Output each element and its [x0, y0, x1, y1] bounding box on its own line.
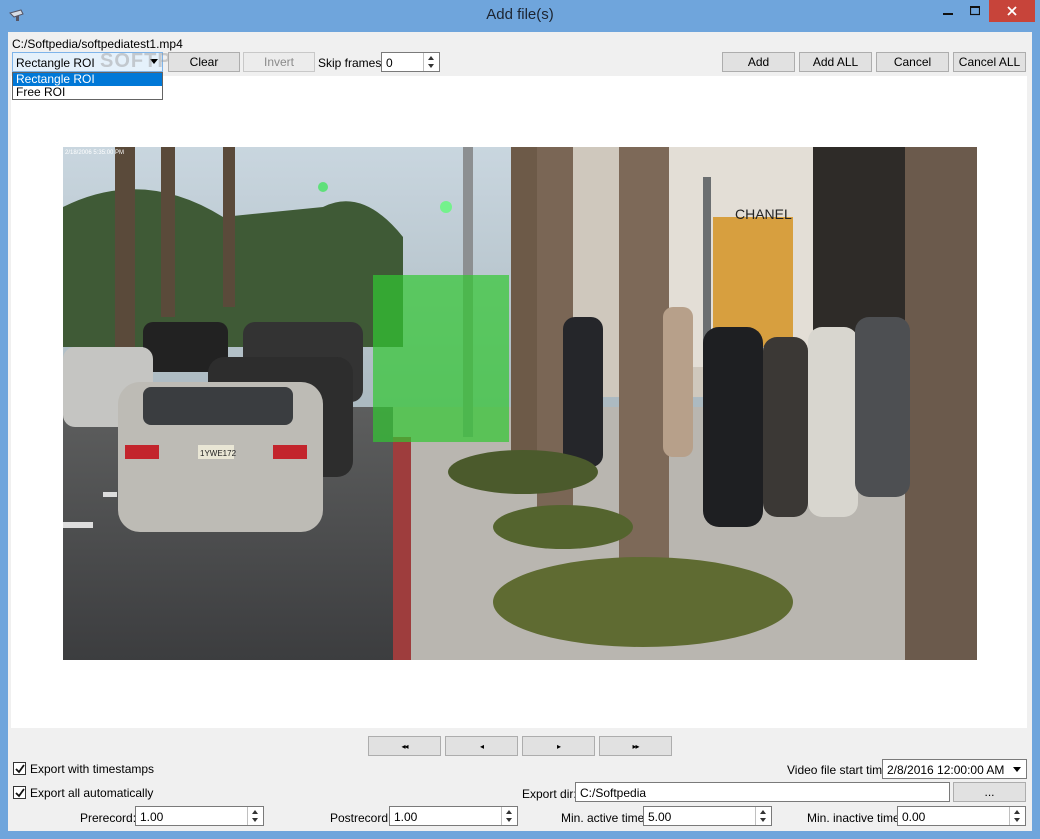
- min-active-spinner[interactable]: 5.00: [643, 806, 772, 826]
- arrow-up-icon: [252, 810, 258, 814]
- license-plate: 1YWE172: [200, 449, 237, 458]
- postrecord-value: 1.00: [394, 810, 418, 824]
- title-bar: Add file(s): [0, 0, 1040, 32]
- video-frame-image: CHANEL 1YWE172 2/18/2006 5:35:00 PM: [63, 147, 977, 660]
- export-auto-label: Export all automatically: [30, 786, 154, 800]
- store-sign: CHANEL: [735, 206, 792, 222]
- video-timestamp: 2/18/2006 5:35:00 PM: [65, 150, 124, 156]
- last-frame-button[interactable]: ▸▸: [599, 736, 672, 756]
- cancel-all-button[interactable]: Cancel ALL: [953, 52, 1026, 72]
- export-timestamps-label: Export with timestamps: [30, 762, 155, 776]
- clear-button[interactable]: Clear: [168, 52, 240, 72]
- export-auto-checkbox[interactable]: [13, 786, 26, 799]
- checkmark-icon: [15, 788, 25, 798]
- export-dir-label: Export dir:: [522, 787, 577, 801]
- arrow-down-icon: [760, 818, 766, 822]
- roi-option-free[interactable]: Free ROI: [13, 86, 162, 99]
- video-frame[interactable]: CHANEL 1YWE172 2/18/2006 5:35:00 PM: [63, 147, 977, 660]
- minimize-icon: [943, 13, 953, 15]
- arrow-down-icon: [252, 818, 258, 822]
- min-inactive-label: Min. inactive time:: [807, 811, 904, 825]
- close-button[interactable]: [989, 0, 1035, 22]
- prev-frame-button[interactable]: ◂: [445, 736, 518, 756]
- chevron-down-icon[interactable]: [1013, 767, 1021, 772]
- video-start-picker[interactable]: 2/8/2016 12:00:00 AM: [882, 759, 1027, 779]
- checkmark-icon: [15, 764, 25, 774]
- spinner-arrows[interactable]: [247, 807, 263, 825]
- spinner-arrows[interactable]: [1009, 807, 1025, 825]
- video-preview-panel: CHANEL 1YWE172 2/18/2006 5:35:00 PM: [11, 76, 1027, 728]
- roi-rectangle[interactable]: [373, 275, 509, 442]
- browse-button[interactable]: ...: [953, 782, 1026, 802]
- postrecord-label: Postrecord:: [330, 811, 392, 825]
- roi-type-value: Rectangle ROI: [16, 56, 95, 70]
- min-active-label: Min. active time:: [561, 811, 648, 825]
- minimize-button[interactable]: [933, 0, 963, 22]
- next-frame-button[interactable]: ▸: [522, 736, 595, 756]
- add-all-button[interactable]: Add ALL: [799, 52, 872, 72]
- arrow-up-icon: [428, 56, 434, 60]
- dialog-body: C:/Softpedia/softpediatest1.mp4 Rectangl…: [8, 32, 1032, 831]
- min-inactive-spinner[interactable]: 0.00: [897, 806, 1026, 826]
- skip-frames-label: Skip frames:: [318, 56, 385, 70]
- prerecord-label: Prerecord:: [80, 811, 137, 825]
- skip-frames-value: 0: [386, 56, 393, 70]
- export-timestamps-checkbox[interactable]: [13, 762, 26, 775]
- prerecord-value: 1.00: [140, 810, 164, 824]
- min-active-value: 5.00: [648, 810, 672, 824]
- first-frame-button[interactable]: ◂◂: [368, 736, 441, 756]
- spinner-arrows[interactable]: [501, 807, 517, 825]
- roi-type-dropdown: Rectangle ROI Free ROI: [12, 72, 163, 100]
- arrow-down-icon: [428, 64, 434, 68]
- skip-frames-spinner[interactable]: 0: [381, 52, 440, 72]
- add-button[interactable]: Add: [722, 52, 795, 72]
- spinner-arrows[interactable]: [423, 53, 439, 71]
- video-start-value: 2/8/2016 12:00:00 AM: [887, 763, 1005, 777]
- invert-button[interactable]: Invert: [243, 52, 315, 72]
- arrow-up-icon: [1014, 810, 1020, 814]
- maximize-button[interactable]: [960, 0, 990, 22]
- export-dir-input[interactable]: C:/Softpedia: [575, 782, 950, 802]
- arrow-up-icon: [760, 810, 766, 814]
- cancel-button[interactable]: Cancel: [876, 52, 949, 72]
- arrow-down-icon: [1014, 818, 1020, 822]
- arrow-up-icon: [506, 810, 512, 814]
- prerecord-spinner[interactable]: 1.00: [135, 806, 264, 826]
- postrecord-spinner[interactable]: 1.00: [389, 806, 518, 826]
- video-start-label: Video file start time: [787, 763, 889, 777]
- arrow-down-icon: [506, 818, 512, 822]
- window-title: Add file(s): [486, 6, 554, 23]
- file-path-label: C:/Softpedia/softpediatest1.mp4: [12, 37, 183, 51]
- min-inactive-value: 0.00: [902, 810, 926, 824]
- close-icon: [1007, 6, 1017, 16]
- export-dir-value: C:/Softpedia: [580, 786, 647, 800]
- maximize-icon: [970, 6, 980, 16]
- spinner-arrows[interactable]: [755, 807, 771, 825]
